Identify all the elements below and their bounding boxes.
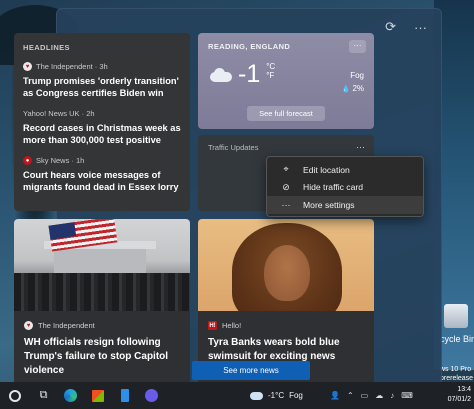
start-button[interactable]: [0, 382, 30, 409]
story-source-text: The Independent: [38, 321, 95, 330]
clock-time: 13:4: [457, 386, 471, 393]
app-icon: [145, 389, 158, 402]
taskbar-edge[interactable]: [57, 382, 84, 409]
story-source: ♥ The Independent: [14, 311, 190, 330]
system-tray: 👤 ⌃ ▭ ☁ ♪ ⌨: [330, 382, 413, 409]
headline-text[interactable]: Court hears voice messages of migrants f…: [23, 169, 181, 193]
crowd: [14, 273, 190, 311]
traffic-more-icon[interactable]: ···: [356, 142, 365, 152]
menu-item-label: Hide traffic card: [303, 182, 364, 193]
ellipsis-icon: ···: [281, 199, 291, 210]
headline-source-text: The Independent · 3h: [36, 62, 108, 71]
hide-icon: ⊘: [282, 181, 290, 192]
windows-watermark: ws 10 Pro prerelease: [440, 365, 473, 383]
raindrop-icon: 💧: [341, 86, 351, 93]
taskbar-app[interactable]: [138, 382, 165, 409]
start-icon: [9, 389, 21, 402]
portrait-face: [264, 245, 310, 301]
taskbar-clock[interactable]: 13:4 07/01/2: [448, 385, 471, 405]
phone-icon: [120, 389, 129, 402]
taskbar-phone[interactable]: [111, 382, 138, 409]
taskbar-weather-widget[interactable]: -1°C Fog: [250, 382, 303, 409]
weather-temperature: -1: [238, 60, 261, 88]
store-icon: [91, 389, 104, 402]
menu-item-hide-traffic-card[interactable]: ⊘ Hide traffic card: [267, 179, 423, 197]
recycle-bin-label: cycle Bin: [440, 334, 474, 344]
cloud-icon: [250, 391, 263, 400]
taskbar-store[interactable]: [84, 382, 111, 409]
story-image-capitol: [14, 219, 190, 311]
weather-location: READING, ENGLAND: [208, 42, 291, 51]
headline-text[interactable]: Trump promises 'orderly transition' as C…: [23, 75, 181, 99]
see-full-forecast-button[interactable]: See full forecast: [247, 106, 325, 121]
headline-item[interactable]: ♥ The Independent · 3h Trump promises 'o…: [23, 62, 181, 99]
weather-more-icon[interactable]: ···: [349, 40, 366, 53]
menu-item-label: More settings: [303, 199, 355, 210]
task-view-icon: ⧉: [39, 389, 48, 401]
headline-source: ♥ The Independent · 3h: [23, 62, 181, 71]
weather-precip: 💧 2%: [341, 82, 364, 96]
headline-item[interactable]: ● Sky News · 1h Court hears voice messag…: [23, 156, 181, 193]
network-icon[interactable]: ▭: [361, 391, 369, 400]
people-icon[interactable]: 👤: [330, 391, 340, 400]
taskbar: ⧉ -1°C Fog 👤 ⌃ ▭ ☁ ♪ ⌨ 13:4 07/01/2: [0, 382, 474, 409]
clock-date: 07/01/2: [447, 396, 471, 403]
story-source: H! Hello!: [198, 311, 374, 330]
unit-celsius[interactable]: °C: [266, 62, 275, 71]
traffic-context-menu: ⌖ Edit location ⊘ Hide traffic card ··· …: [266, 156, 424, 217]
weather-condition: Fog: [350, 71, 364, 80]
taskbar-weather-condition: Fog: [289, 391, 303, 400]
headline-source-text: Sky News · 1h: [36, 156, 85, 165]
menu-item-label: Edit location: [303, 164, 350, 175]
headline-source-text: Yahoo! News UK · 2h: [23, 109, 95, 118]
location-icon: ⌖: [283, 164, 289, 175]
sky-news-logo-icon: ●: [23, 156, 32, 165]
story-card[interactable]: ♥ The Independent WH officials resign fo…: [14, 219, 190, 389]
independent-logo-icon: ♥: [23, 62, 32, 71]
watermark-line-1: ws 10 Pro: [440, 366, 472, 373]
temperature-units[interactable]: °C °F: [266, 62, 275, 80]
story-headline[interactable]: WH officials resign following Trump's fa…: [14, 330, 190, 378]
story-headline[interactable]: Tyra Banks wears bold blue swimsuit for …: [198, 330, 374, 364]
more-options-icon[interactable]: ···: [414, 20, 427, 35]
headlines-card: HEADLINES ♥ The Independent · 3h Trump p…: [14, 33, 190, 211]
refresh-icon[interactable]: ⟳: [385, 19, 396, 35]
volume-icon[interactable]: ♪: [390, 391, 394, 400]
traffic-title: Traffic Updates: [208, 143, 259, 152]
taskbar-weather-temp: -1°C: [268, 391, 285, 400]
headline-source: Yahoo! News UK · 2h: [23, 109, 181, 118]
precip-value: 2%: [352, 84, 364, 93]
unit-fahrenheit[interactable]: °F: [266, 71, 275, 80]
show-hidden-icons-icon[interactable]: ⌃: [347, 391, 354, 400]
see-more-news-button[interactable]: See more news: [192, 361, 310, 380]
story-source-text: Hello!: [222, 321, 242, 330]
menu-item-more-settings[interactable]: ··· More settings: [267, 196, 423, 214]
independent-logo-icon: ♥: [24, 321, 33, 330]
language-icon[interactable]: ⌨: [401, 391, 413, 400]
onedrive-icon[interactable]: ☁: [375, 391, 383, 400]
headline-source: ● Sky News · 1h: [23, 156, 181, 165]
edge-icon: [64, 389, 77, 402]
cloud-icon: [208, 67, 232, 82]
headline-item[interactable]: Yahoo! News UK · 2h Record cases in Chri…: [23, 109, 181, 146]
weather-details: Fog 💧 2%: [341, 69, 364, 96]
headline-text[interactable]: Record cases in Christmas week as more t…: [23, 122, 181, 146]
hello-logo-icon: H!: [208, 321, 217, 330]
headlines-title: HEADLINES: [23, 43, 70, 52]
story-image-portrait: [198, 219, 374, 311]
recycle-bin-icon[interactable]: [444, 304, 468, 328]
menu-item-edit-location[interactable]: ⌖ Edit location: [267, 161, 423, 179]
task-view-button[interactable]: ⧉: [30, 382, 57, 409]
panel-header-actions: ⟳ ···: [385, 19, 427, 35]
weather-card[interactable]: READING, ENGLAND ··· -1 °C °F Fog 💧 2% S…: [198, 33, 374, 129]
